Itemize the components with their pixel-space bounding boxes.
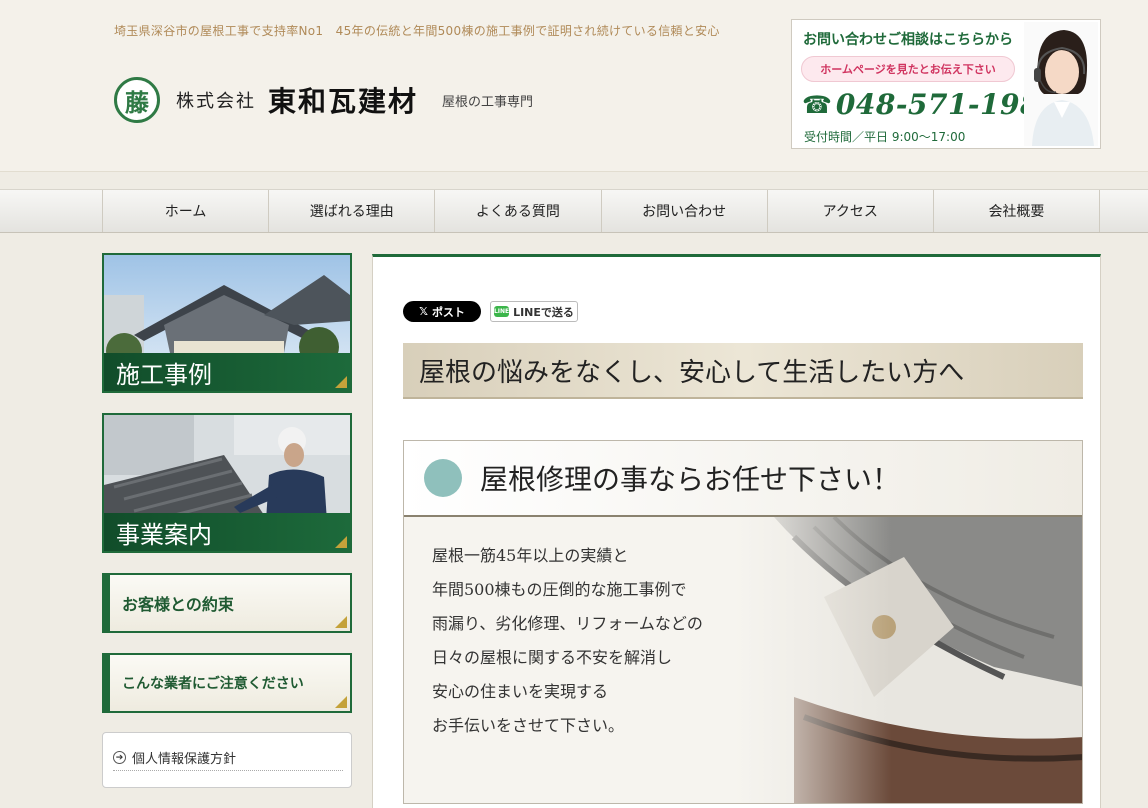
nav-access[interactable]: アクセス bbox=[768, 190, 934, 232]
corner-arrow-icon bbox=[335, 616, 347, 628]
temple-roof-image bbox=[734, 517, 1082, 803]
caution-banner-label: こんな業者にご注意ください bbox=[122, 676, 304, 692]
nav-contact[interactable]: お問い合わせ bbox=[602, 190, 768, 232]
hero-panel: 屋根修理の事ならお任せ下さい！ 屋根一筋45年以上の実績と 年間500棟もの圧倒… bbox=[403, 440, 1083, 804]
line-share-button[interactable]: LINE LINEで送る bbox=[490, 301, 578, 322]
operator-photo bbox=[1024, 22, 1098, 146]
promise-banner-label: お客様との約束 bbox=[122, 595, 234, 614]
header-tagline: 埼玉県深谷市の屋根工事で支持率No1 45年の伝統と年間500棟の施工事例で証明… bbox=[114, 24, 720, 38]
hero-line: 屋根一筋45年以上の実績と bbox=[432, 546, 629, 565]
nav-faq[interactable]: よくある質問 bbox=[435, 190, 602, 232]
nav-home[interactable]: ホーム bbox=[103, 190, 270, 232]
business-banner[interactable]: 事業案内 bbox=[102, 413, 352, 553]
x-logo-icon: 𝕏 bbox=[419, 305, 428, 318]
privacy-link-label: 個人情報保護方針 bbox=[132, 752, 237, 767]
seal-icon: 藤 bbox=[114, 77, 160, 123]
hero-heading: 屋根修理の事ならお任せ下さい！ bbox=[480, 463, 901, 496]
business-hours: 受付時間／平日 9:00〜17:00 bbox=[804, 130, 966, 144]
phone-number[interactable]: ☎ 048-571-1981 bbox=[802, 88, 1060, 121]
company-prefix: 株式会社 bbox=[176, 91, 256, 112]
works-banner[interactable]: 施工事例 bbox=[102, 253, 352, 393]
corner-arrow-icon bbox=[335, 536, 347, 548]
main-nav: ホーム 選ばれる理由 よくある質問 お問い合わせ アクセス 会社概要 bbox=[0, 189, 1148, 233]
hero-line: 安心の住まいを実現する bbox=[432, 682, 609, 701]
x-post-label: ポスト bbox=[431, 305, 465, 319]
company-logo[interactable]: 藤 株式会社 東和瓦建材 屋根の工事専門 bbox=[114, 75, 533, 125]
nav-company[interactable]: 会社概要 bbox=[934, 190, 1101, 232]
privacy-link[interactable]: ➔ 個人情報保護方針 bbox=[113, 745, 343, 771]
nav-reasons[interactable]: 選ばれる理由 bbox=[269, 190, 436, 232]
business-banner-label: 事業案内 bbox=[116, 520, 212, 549]
caution-banner[interactable]: こんな業者にご注意ください bbox=[102, 653, 352, 713]
x-post-button[interactable]: 𝕏 ポスト bbox=[403, 301, 481, 322]
hero-line: 年間500棟もの圧倒的な施工事例で bbox=[432, 580, 687, 599]
contact-box[interactable]: お問い合わせご相談はこちらから ホームページを見たとお伝え下さい ☎ 048-5… bbox=[791, 19, 1101, 149]
main-headline: 屋根の悩みをなくし、安心して生活したい方へ bbox=[403, 343, 1083, 399]
line-logo-icon: LINE bbox=[493, 306, 510, 317]
phone-icon: ☎ bbox=[802, 90, 832, 119]
hero-text: 屋根一筋45年以上の実績と 年間500棟もの圧倒的な施工事例で 雨漏り、劣化修理… bbox=[432, 539, 703, 743]
hero-title-bar: 屋根修理の事ならお任せ下さい！ bbox=[404, 441, 1082, 517]
privacy-box: ➔ 個人情報保護方針 bbox=[102, 732, 352, 788]
corner-arrow-icon bbox=[335, 696, 347, 708]
line-share-label: LINEで送る bbox=[513, 305, 574, 319]
arrow-right-icon: ➔ bbox=[113, 751, 126, 764]
hero-line: 雨漏り、劣化修理、リフォームなどの bbox=[432, 614, 703, 633]
hero-line: 日々の屋根に関する不安を解消し bbox=[432, 648, 673, 667]
circle-icon bbox=[424, 459, 462, 497]
contact-note-pill: ホームページを見たとお伝え下さい bbox=[801, 56, 1015, 82]
site-header: 埼玉県深谷市の屋根工事で支持率No1 45年の伝統と年間500棟の施工事例で証明… bbox=[0, 0, 1148, 172]
corner-arrow-icon bbox=[335, 376, 347, 388]
company-subtitle: 屋根の工事専門 bbox=[442, 94, 534, 110]
hero-line: お手伝いをさせて下さい。 bbox=[432, 716, 625, 735]
promise-banner[interactable]: お客様との約束 bbox=[102, 573, 352, 633]
works-banner-label: 施工事例 bbox=[116, 360, 212, 389]
company-name: 東和瓦建材 bbox=[268, 85, 419, 118]
contact-title: お問い合わせご相談はこちらから bbox=[803, 32, 1013, 48]
main-content: 𝕏 ポスト LINE LINEで送る 屋根の悩みをなくし、安心して生活したい方へ… bbox=[372, 254, 1101, 808]
